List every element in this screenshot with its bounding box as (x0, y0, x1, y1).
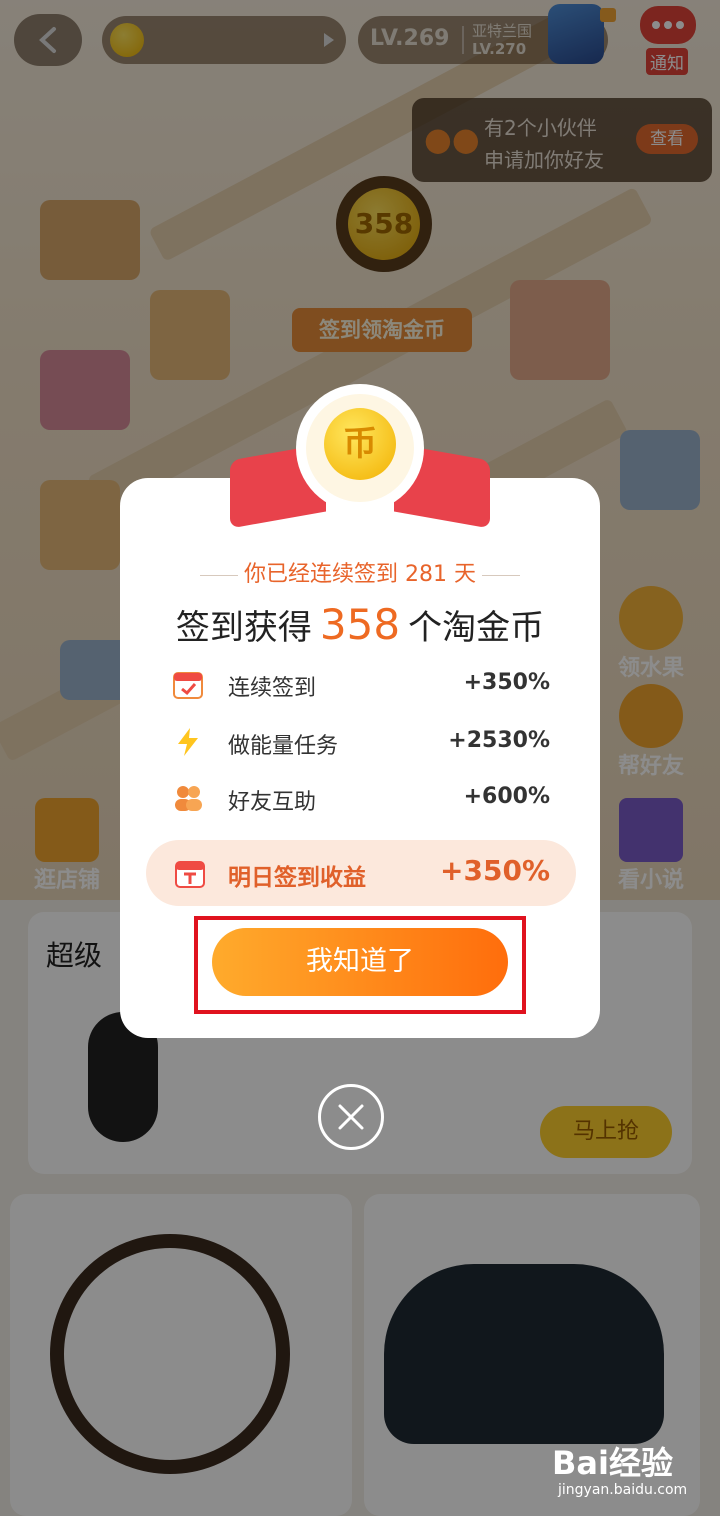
coin-medal: 币 (296, 384, 424, 518)
bonus-value: +350% (463, 670, 550, 695)
gain-suffix: 个淘金币 (408, 608, 545, 648)
watermark-brand: Bai经验 (552, 1444, 673, 1482)
gold-coin-icon: 币 (324, 408, 396, 480)
streak-label: 你已经连续签到 281 天 (244, 562, 476, 587)
bonus-label: 好友互助 (228, 790, 317, 815)
friends-icon (175, 786, 202, 811)
gain-prefix: 签到获得 (175, 608, 312, 648)
confirm-button[interactable]: 我知道了 (212, 928, 508, 996)
lightning-icon (178, 728, 198, 756)
bonus-value: +2530% (448, 728, 550, 753)
gain-headline: 签到获得 358 个淘金币 (120, 600, 600, 649)
gain-number: 358 (319, 600, 401, 649)
bonus-label: 连续签到 (228, 676, 317, 701)
bonus-label: 做能量任务 (228, 734, 339, 759)
bonus-row: 做能量任务 +2530% (172, 722, 552, 762)
calendar-check-icon (173, 672, 203, 699)
watermark-url: jingyan.baidu.com (558, 1482, 688, 1498)
tomorrow-label: 明日签到收益 (228, 865, 366, 891)
tomorrow-bonus: 明日签到收益 +350% (146, 840, 576, 906)
watermark: Bai经验 jingyan.baidu.com (552, 1438, 712, 1504)
close-button[interactable] (318, 1084, 384, 1150)
bonus-row: 连续签到 +350% (172, 664, 552, 704)
calendar-t-icon (175, 861, 205, 888)
bonus-row: 好友互助 +600% (172, 778, 552, 818)
bonus-value: +600% (463, 784, 550, 809)
close-icon (338, 1104, 364, 1130)
streak-text: 你已经连续签到 281 天 (120, 556, 600, 588)
tomorrow-value: +350% (440, 854, 550, 887)
